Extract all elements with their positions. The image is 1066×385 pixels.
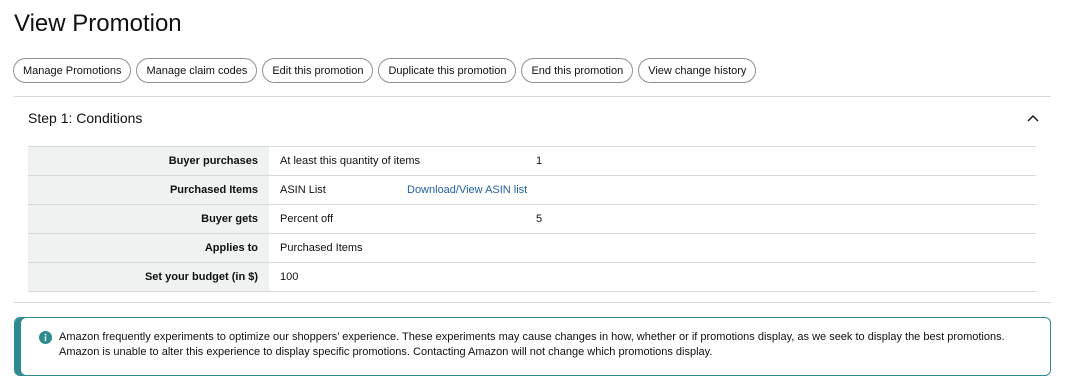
row-label: Set your budget (in $) bbox=[28, 262, 269, 292]
quantity-value: 1 bbox=[536, 155, 543, 167]
row-label: Purchased Items bbox=[28, 175, 269, 205]
row-value-cell: ASIN List Download/View ASIN list bbox=[269, 175, 1036, 205]
notice-text: Amazon frequently experiments to optimiz… bbox=[59, 331, 1005, 358]
download-asin-list-link[interactable]: Download/View ASIN list bbox=[407, 176, 527, 204]
row-value: At least this quantity of items bbox=[280, 155, 421, 167]
manage-claim-codes-button[interactable]: Manage claim codes bbox=[136, 58, 258, 83]
table-row: Applies to Purchased Items bbox=[28, 233, 1036, 263]
row-label: Buyer purchases bbox=[28, 146, 269, 176]
view-change-history-button[interactable]: View change history bbox=[638, 58, 757, 83]
table-row: Buyer gets Percent off 5 bbox=[28, 204, 1036, 234]
info-notice: Amazon frequently experiments to optimiz… bbox=[14, 317, 1051, 376]
manage-promotions-button[interactable]: Manage Promotions bbox=[13, 58, 132, 83]
end-promotion-button[interactable]: End this promotion bbox=[521, 58, 634, 83]
duplicate-promotion-button[interactable]: Duplicate this promotion bbox=[378, 58, 517, 83]
row-value-cell: Purchased Items bbox=[269, 233, 1036, 263]
row-value-cell: At least this quantity of items 1 bbox=[269, 146, 1036, 176]
conditions-section: Step 1: Conditions Buyer purchases At le… bbox=[14, 96, 1051, 303]
chevron-up-icon[interactable] bbox=[1025, 110, 1041, 126]
table-row: Set your budget (in $) 100 bbox=[28, 262, 1036, 292]
edit-promotion-button[interactable]: Edit this promotion bbox=[262, 58, 374, 83]
conditions-table: Buyer purchases At least this quantity o… bbox=[28, 146, 1036, 292]
row-value-cell: Percent off 5 bbox=[269, 204, 1036, 234]
row-label: Applies to bbox=[28, 233, 269, 263]
row-value-cell: 100 bbox=[269, 262, 1036, 292]
percent-value: 5 bbox=[536, 213, 543, 225]
table-row: Purchased Items ASIN List Download/View … bbox=[28, 175, 1036, 205]
action-button-row: Manage Promotions Manage claim codes Edi… bbox=[13, 58, 757, 83]
info-icon bbox=[39, 331, 52, 344]
row-value: ASIN List bbox=[280, 184, 326, 196]
table-row: Buyer purchases At least this quantity o… bbox=[28, 146, 1036, 176]
section-title: Step 1: Conditions bbox=[28, 110, 143, 126]
row-value: Percent off bbox=[280, 213, 333, 225]
row-label: Buyer gets bbox=[28, 204, 269, 234]
page-title: View Promotion bbox=[14, 10, 182, 37]
row-value: Purchased Items bbox=[280, 242, 363, 254]
row-value: 100 bbox=[280, 271, 299, 283]
